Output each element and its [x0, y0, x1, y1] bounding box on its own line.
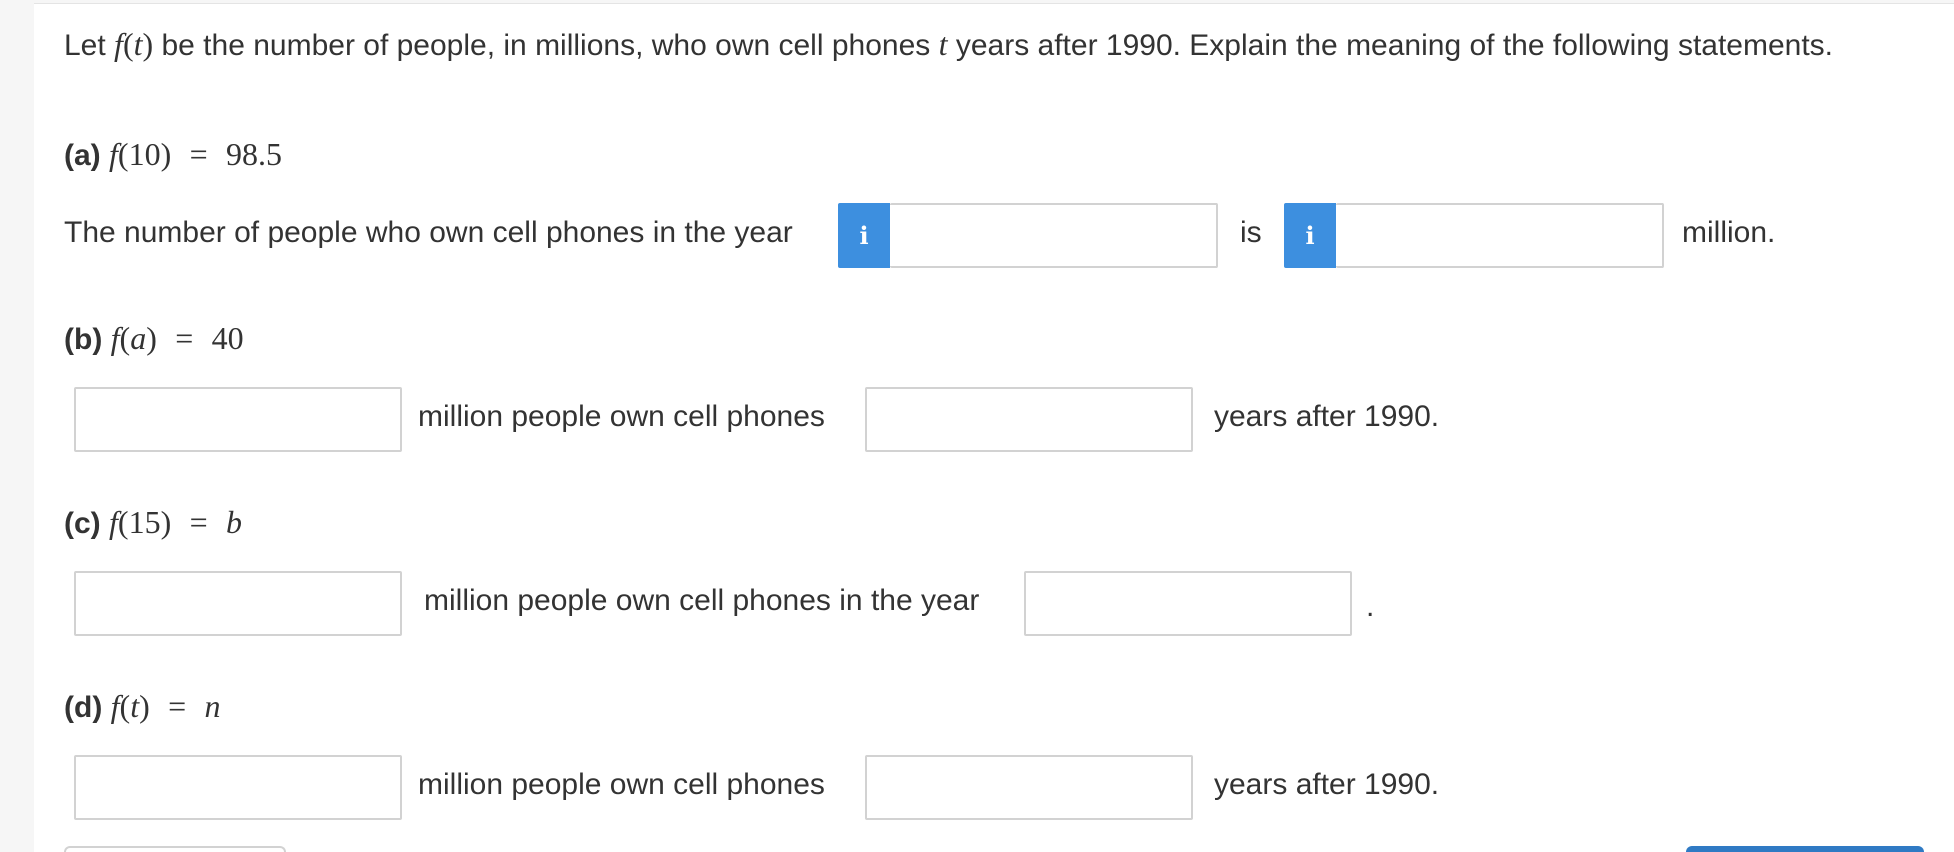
part-d-years-input[interactable] — [865, 755, 1193, 820]
part-c-end-text: . — [1366, 590, 1375, 623]
math-rhs: b — [225, 504, 242, 540]
part-d-heading: (d) f(t) = n — [64, 688, 221, 724]
math-equals: = — [168, 688, 187, 724]
prompt-text: Let — [64, 29, 115, 62]
math-equals: = — [189, 136, 208, 172]
math-fn: f — [109, 504, 118, 540]
part-c-year-input[interactable] — [1024, 571, 1352, 636]
math-var: t — [938, 26, 948, 62]
part-a-end-text: million. — [1682, 216, 1776, 249]
math-arg: (10) — [117, 136, 172, 172]
secondary-button[interactable] — [64, 846, 286, 852]
part-label: (d) — [64, 691, 103, 724]
part-b-middle-text: million people own cell phones — [418, 400, 825, 433]
part-label: (c) — [64, 507, 101, 540]
math-fn: f — [110, 688, 120, 724]
primary-button[interactable] — [1686, 846, 1924, 852]
math-arg: t — [130, 688, 140, 724]
part-a-count-input[interactable] — [1336, 203, 1664, 268]
math-fn: f — [114, 26, 123, 62]
part-a-year-input[interactable] — [890, 203, 1218, 268]
part-c-middle-text: million people own cell phones in the ye… — [424, 584, 980, 617]
prompt-text: years after 1990. Explain the meaning of… — [947, 29, 1834, 62]
part-b-end-text: years after 1990. — [1214, 400, 1440, 433]
part-a-is-text: is — [1240, 216, 1262, 249]
math-arg: a — [130, 320, 147, 356]
part-d-middle-text: million people own cell phones — [418, 768, 825, 801]
part-c-heading: (c) f(15) = b — [64, 504, 242, 541]
part-a-heading: (a) f(10) = 98.5 — [64, 136, 282, 173]
part-b-years-input[interactable] — [865, 387, 1193, 452]
info-icon[interactable]: i — [838, 203, 890, 268]
part-a-sentence-start: The number of people who own cell phones… — [64, 216, 793, 249]
part-d-end-text: years after 1990. — [1214, 768, 1440, 801]
info-icon[interactable]: i — [1284, 203, 1336, 268]
part-c-count-input[interactable] — [74, 571, 402, 636]
math-rhs: 98.5 — [225, 136, 282, 172]
math-rhs: 40 — [211, 320, 244, 356]
part-label: (b) — [64, 323, 103, 356]
math-equals: = — [189, 504, 208, 540]
math-fn: f — [109, 136, 118, 172]
part-d-count-input[interactable] — [74, 755, 402, 820]
math-equals: = — [175, 320, 194, 356]
math-fn: f — [110, 320, 120, 356]
prompt-text: be the number of people, in millions, wh… — [153, 29, 939, 62]
math-rhs: n — [204, 688, 221, 724]
part-b-heading: (b) f(a) = 40 — [64, 320, 244, 356]
part-label: (a) — [64, 139, 101, 172]
part-b-count-input[interactable] — [74, 387, 402, 452]
question-prompt: Let f(t) be the number of people, in mil… — [64, 26, 1834, 62]
math-arg: (15) — [117, 504, 172, 540]
